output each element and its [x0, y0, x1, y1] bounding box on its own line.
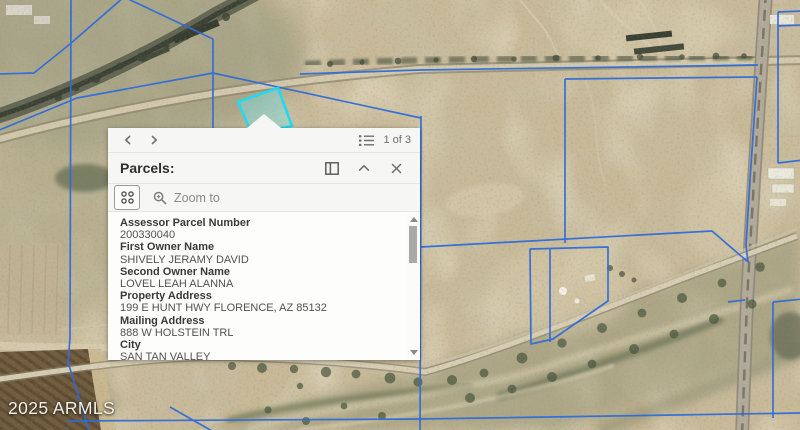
dock-icon [325, 162, 339, 175]
field-label: Property Address [120, 290, 398, 302]
zoom-to-label: Zoom to [174, 191, 220, 205]
popup-pagination-bar: 1 of 3 [108, 128, 420, 153]
field-value: 199 E HUNT HWY FLORENCE, AZ 85132 [120, 302, 398, 314]
field-value: SAN TAN VALLEY [120, 351, 398, 360]
field-label: Mailing Address [120, 315, 398, 327]
scroll-up-arrow[interactable] [410, 217, 418, 222]
map-attribution-watermark: 2025 ARMLS [8, 398, 115, 419]
dock-popup-button[interactable] [320, 157, 344, 179]
pagination-count: 1 of 3 [383, 134, 411, 146]
popup-callout-pointer [247, 114, 281, 128]
feature-menu-grid-icon [120, 190, 135, 205]
field-label: City [120, 339, 398, 351]
chevron-left-icon [122, 134, 134, 146]
scrollbar-thumb[interactable] [409, 226, 417, 263]
chevron-right-icon [148, 134, 160, 146]
popup-scrollbar[interactable] [407, 213, 419, 359]
zoom-to-button[interactable]: Zoom to [153, 191, 220, 205]
popup-title-bar: Parcels: [108, 153, 420, 184]
field-value: 888 W HOLSTEIN TRL [120, 327, 398, 339]
magnifier-icon [153, 191, 167, 205]
collapse-popup-button[interactable] [352, 157, 376, 179]
feature-menu-button[interactable] [114, 185, 140, 210]
popup-attribute-list: Assessor Parcel Number 200330040 First O… [108, 212, 420, 360]
field-value: LOVEL LEAH ALANNA [120, 278, 398, 290]
map-application: 2025 ARMLS [0, 0, 800, 430]
parcel-info-popup: 1 of 3 Parcels: [108, 128, 420, 360]
feature-list-button[interactable] [355, 131, 377, 149]
chevron-up-icon [358, 164, 370, 172]
field-label: First Owner Name [120, 241, 398, 253]
feature-list-icon [359, 134, 374, 147]
close-icon [391, 163, 402, 174]
field-value: SHIVELY JERAMY DAVID [120, 254, 398, 266]
field-label: Assessor Parcel Number [120, 217, 398, 229]
popup-title: Parcels: [120, 160, 312, 176]
next-feature-button[interactable] [143, 131, 165, 149]
scroll-down-arrow[interactable] [410, 350, 418, 355]
field-label: Second Owner Name [120, 266, 398, 278]
previous-feature-button[interactable] [117, 131, 139, 149]
close-popup-button[interactable] [384, 157, 408, 179]
field-value: 200330040 [120, 229, 398, 241]
popup-actions-bar: Zoom to [108, 184, 420, 212]
